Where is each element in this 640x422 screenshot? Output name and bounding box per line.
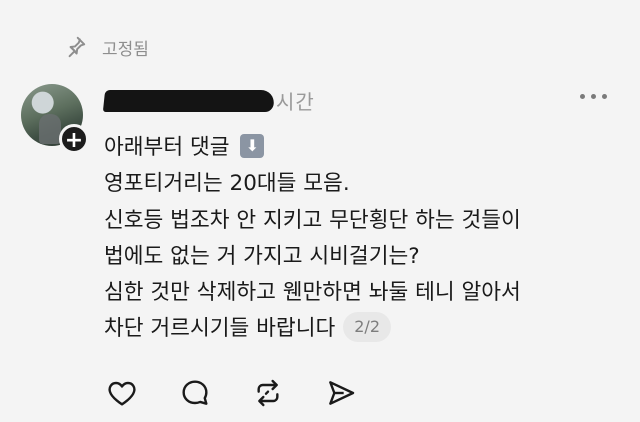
- avatar[interactable]: +: [21, 84, 89, 154]
- pin-icon: [68, 36, 86, 58]
- post-line: 심한 것만 삭제하고 웬만하면 놔둘 테니 알아서: [104, 280, 521, 306]
- plus-icon[interactable]: +: [59, 124, 89, 154]
- action-bar: [106, 377, 357, 409]
- post-body: 아래부터 댓글 ⬇ 영포티거리는 20대들 모음. 신호등 법조차 안 지키고 …: [104, 130, 624, 348]
- comment-icon[interactable]: [179, 377, 211, 409]
- repost-icon[interactable]: [252, 377, 284, 409]
- pinned-label: 고정됨: [102, 39, 149, 60]
- arrow-down-icon: ⬇: [240, 134, 265, 158]
- username-redacted[interactable]: [102, 89, 276, 112]
- pinned-indicator: 고정됨: [62, 34, 149, 60]
- more-horizontal-icon[interactable]: [580, 94, 607, 99]
- heart-icon[interactable]: [106, 377, 138, 409]
- post-line: 법에도 없는 거 가지고 시비걸기는?: [104, 243, 420, 269]
- send-icon[interactable]: [325, 377, 357, 409]
- post-line: 차단 거르시기들 바랍니다 2/2: [104, 311, 624, 347]
- page-indicator: 2/2: [343, 312, 391, 343]
- post-line: 아래부터 댓글 ⬇: [104, 130, 624, 166]
- post-header: 시간: [102, 86, 315, 115]
- post-line: 신호등 법조차 안 지키고 무단횡단 하는 것들이: [104, 207, 521, 233]
- post-line: 영포티거리는 20대들 모음.: [104, 171, 350, 197]
- post-time: 시간: [276, 90, 315, 114]
